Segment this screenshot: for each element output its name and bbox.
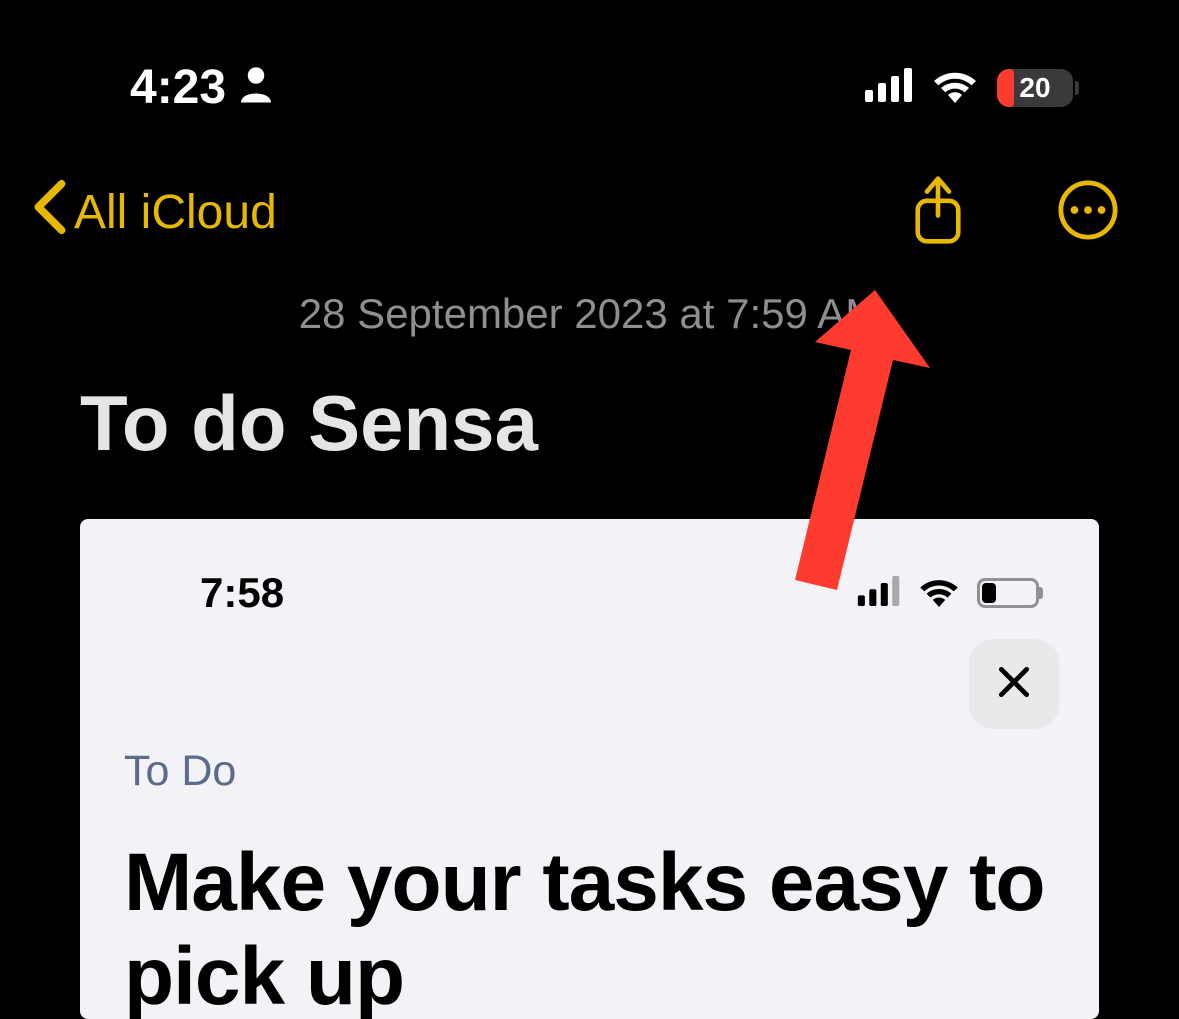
back-button[interactable]: All iCloud xyxy=(30,178,277,248)
share-icon[interactable] xyxy=(909,175,967,250)
wifi-icon xyxy=(931,67,979,108)
cellular-signal-icon xyxy=(865,68,913,107)
close-icon xyxy=(995,663,1033,706)
note-title[interactable]: To do Sensa xyxy=(0,378,1179,519)
status-time-inner: 7:58 xyxy=(200,569,284,617)
note-timestamp: 28 September 2023 at 7:59 AM xyxy=(0,270,1179,378)
nav-bar: All iCloud xyxy=(0,145,1179,270)
nav-actions xyxy=(909,175,1119,250)
status-time-outer: 4:23 xyxy=(130,60,274,115)
embedded-screenshot[interactable]: 7:58 xyxy=(80,519,1099,1019)
chevron-left-icon xyxy=(30,178,70,248)
battery-indicator-inner xyxy=(977,578,1039,608)
battery-percent: 20 xyxy=(1019,72,1050,104)
status-bar-outer: 4:23 20 xyxy=(0,0,1179,145)
clock-time: 4:23 xyxy=(130,60,226,115)
more-icon[interactable] xyxy=(1057,179,1119,246)
cellular-signal-icon xyxy=(857,576,901,611)
embedded-category: To Do xyxy=(124,747,1059,796)
status-icons-outer: 20 xyxy=(865,67,1079,108)
embedded-heading: Make your tasks easy to pick up xyxy=(124,836,1059,1019)
battery-indicator: 20 xyxy=(997,69,1079,107)
person-icon xyxy=(238,60,274,115)
back-label: All iCloud xyxy=(74,185,277,240)
status-icons-inner xyxy=(857,575,1039,612)
embedded-content: To Do Make your tasks easy to pick up xyxy=(120,657,1059,1019)
status-bar-inner: 7:58 xyxy=(120,569,1059,657)
close-button[interactable] xyxy=(969,639,1059,729)
wifi-icon xyxy=(917,575,961,612)
